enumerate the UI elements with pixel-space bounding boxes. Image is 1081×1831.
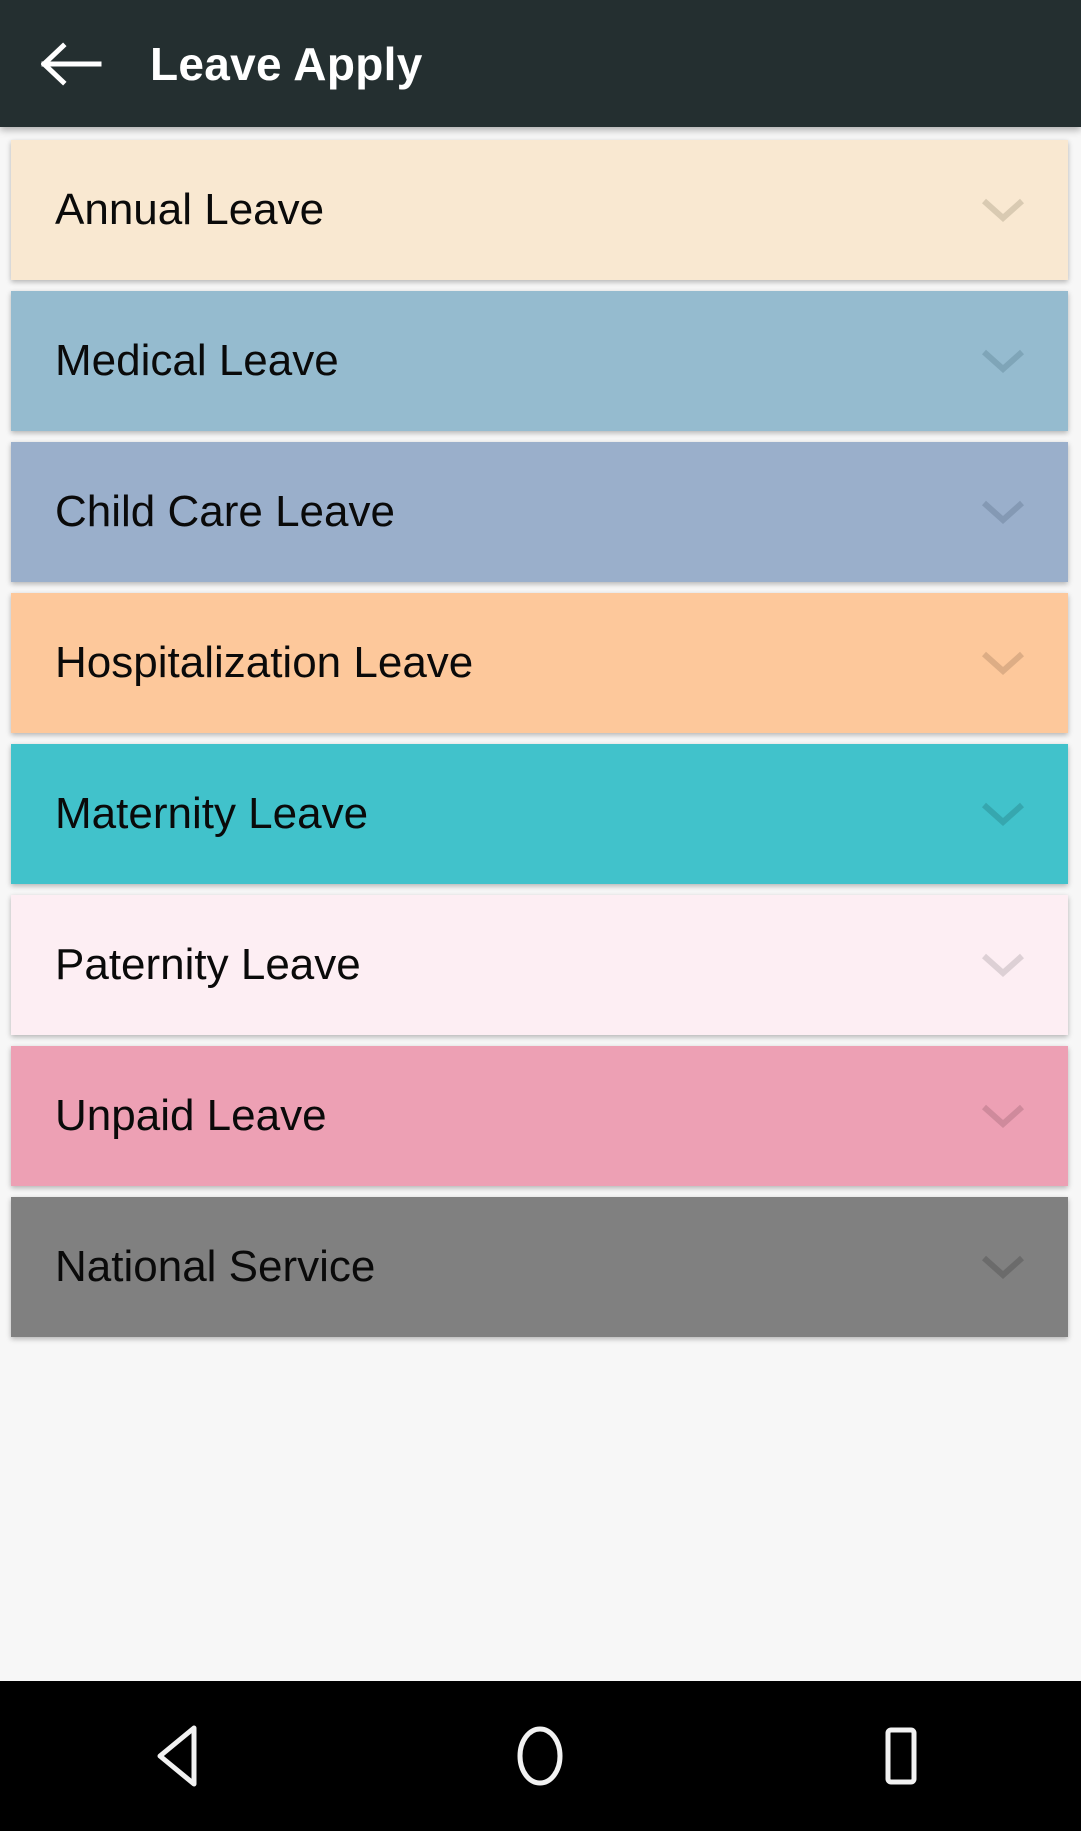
nav-back-button[interactable] bbox=[105, 1681, 255, 1831]
home-circle-icon bbox=[510, 1724, 570, 1788]
leave-type-label: Medical Leave bbox=[55, 336, 339, 385]
list-item[interactable]: Hospitalization Leave bbox=[11, 593, 1068, 733]
nav-recents-button[interactable] bbox=[826, 1681, 976, 1831]
arrow-left-icon bbox=[41, 41, 103, 87]
back-button[interactable] bbox=[24, 16, 120, 112]
list-item[interactable]: Child Care Leave bbox=[11, 442, 1068, 582]
chevron-down-icon[interactable] bbox=[980, 950, 1026, 980]
chevron-down-icon[interactable] bbox=[980, 1252, 1026, 1282]
leave-type-label: Hospitalization Leave bbox=[55, 638, 474, 687]
list-item[interactable]: Unpaid Leave bbox=[11, 1046, 1068, 1186]
chevron-down-icon[interactable] bbox=[980, 497, 1026, 527]
nav-home-button[interactable] bbox=[465, 1681, 615, 1831]
list-item[interactable]: Maternity Leave bbox=[11, 744, 1068, 884]
chevron-down-icon[interactable] bbox=[980, 346, 1026, 376]
list-item[interactable]: Medical Leave bbox=[11, 291, 1068, 431]
page-title: Leave Apply bbox=[150, 37, 423, 90]
chevron-down-icon[interactable] bbox=[980, 195, 1026, 225]
chevron-down-icon[interactable] bbox=[980, 648, 1026, 678]
leave-type-label: Child Care Leave bbox=[55, 487, 395, 536]
leave-type-label: Unpaid Leave bbox=[55, 1091, 327, 1140]
recents-square-icon bbox=[871, 1724, 931, 1788]
list-item[interactable]: Paternity Leave bbox=[11, 895, 1068, 1035]
list-item[interactable]: Annual Leave bbox=[11, 140, 1068, 280]
leave-type-label: Maternity Leave bbox=[55, 789, 369, 838]
leave-type-label: National Service bbox=[55, 1242, 376, 1291]
back-triangle-icon bbox=[150, 1724, 210, 1788]
list-item[interactable]: National Service bbox=[11, 1197, 1068, 1337]
chevron-down-icon[interactable] bbox=[980, 1101, 1026, 1131]
leave-type-label: Annual Leave bbox=[55, 185, 325, 234]
leave-type-label: Paternity Leave bbox=[55, 940, 361, 989]
chevron-down-icon[interactable] bbox=[980, 799, 1026, 829]
android-navigation-bar bbox=[0, 1681, 1081, 1831]
app-bar: Leave Apply bbox=[0, 0, 1081, 127]
leave-type-list[interactable]: Annual Leave Medical Leave Child Care Le… bbox=[0, 127, 1081, 1681]
